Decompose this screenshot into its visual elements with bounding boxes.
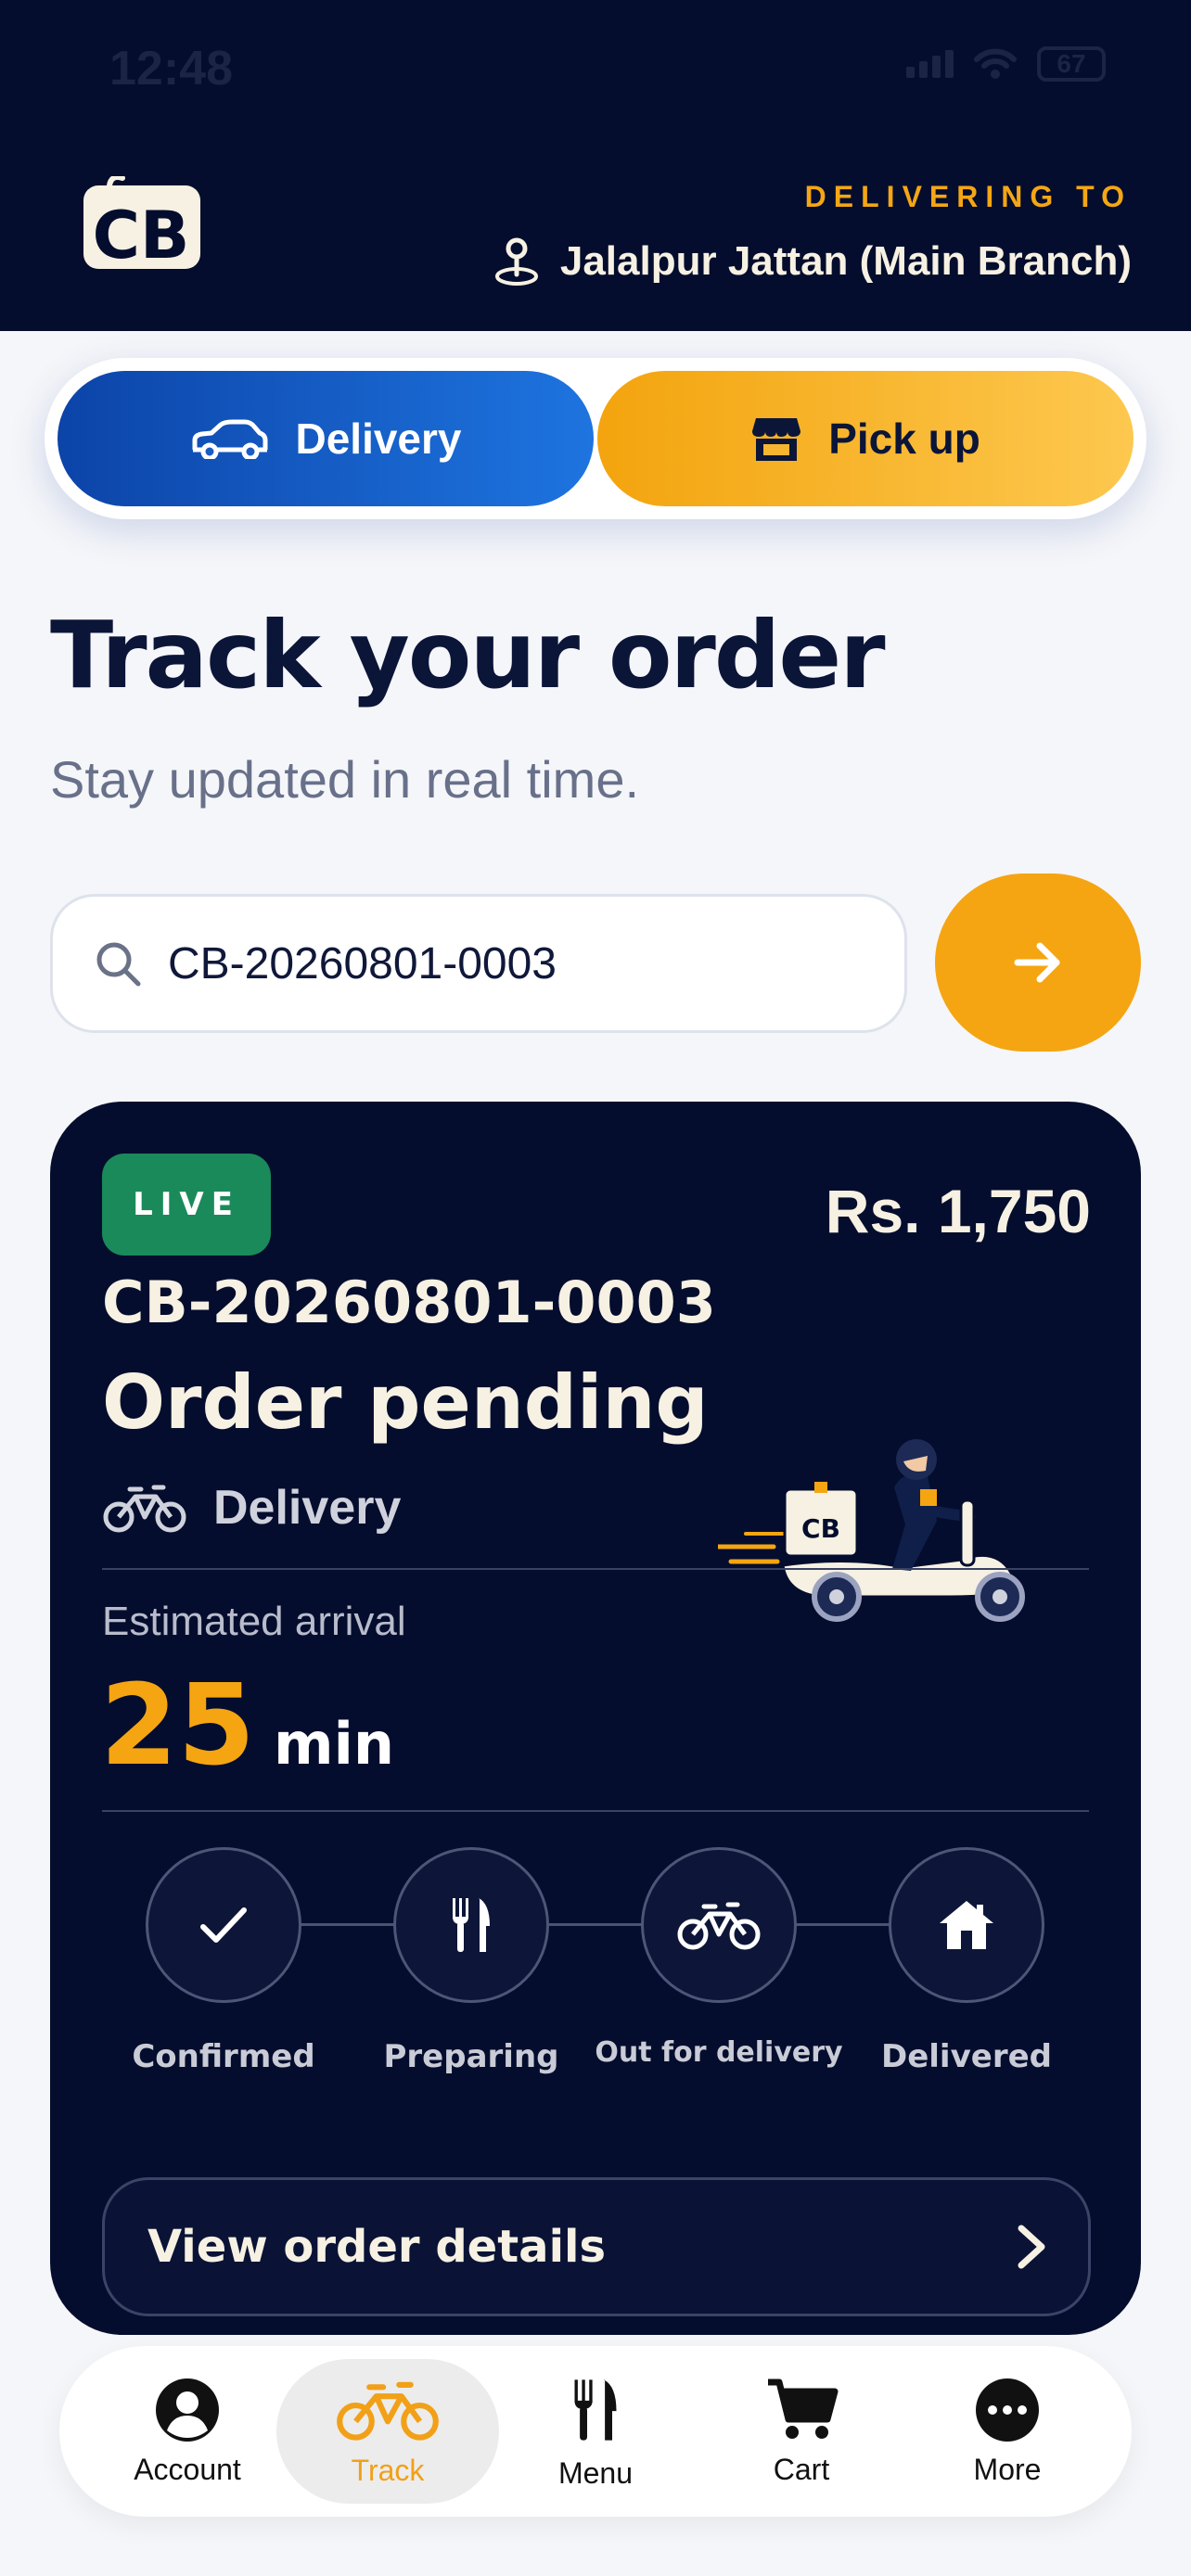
branch-name: Jalalpur Jattan (Main Branch) — [559, 238, 1132, 284]
step-preparing: Preparing — [360, 1847, 583, 2075]
check-icon — [200, 1907, 247, 1943]
nav-more-label: More — [973, 2452, 1042, 2486]
card-divider-middle — [102, 1810, 1089, 1812]
house-icon — [940, 1901, 993, 1949]
order-search-input[interactable] — [168, 937, 873, 989]
order-mode-label: Delivery — [213, 1481, 402, 1535]
fork-knife-icon — [574, 2378, 617, 2441]
view-order-details-button[interactable]: View order details — [102, 2177, 1091, 2316]
page-subtitle: Stay updated in real time. — [50, 750, 640, 809]
branch-selector[interactable]: Jalalpur Jattan (Main Branch) — [493, 236, 1132, 287]
step-circle — [641, 1847, 797, 2003]
search-icon — [96, 942, 141, 987]
battery-icon: 67 — [1037, 46, 1106, 82]
view-order-details-label: View order details — [147, 2221, 607, 2273]
bicycle-icon — [103, 1485, 186, 1533]
wifi-icon — [974, 48, 1017, 79]
eta-label: Estimated arrival — [102, 1599, 406, 1644]
nav-cart[interactable]: Cart — [690, 2359, 913, 2504]
eta-display: 25 min — [100, 1665, 394, 1788]
chevron-right-icon — [1018, 2225, 1045, 2269]
account-icon — [156, 2378, 219, 2442]
nav-cart-label: Cart — [773, 2452, 830, 2486]
page-title: Track your order — [50, 601, 886, 709]
fork-knife-icon — [453, 1898, 490, 1952]
bicycle-icon — [677, 1902, 761, 1950]
nav-menu[interactable]: Menu — [484, 2359, 707, 2504]
signal-icon — [906, 50, 954, 78]
cart-icon — [768, 2378, 839, 2439]
eta-value: 25 — [100, 1662, 255, 1791]
nav-track-label: Track — [351, 2453, 425, 2487]
live-badge: LIVE — [102, 1154, 271, 1256]
delivery-rider-illustration: CB — [715, 1408, 1070, 1634]
pickup-tab[interactable]: Pick up — [597, 371, 1133, 506]
brand-logo[interactable]: CB — [82, 174, 206, 276]
order-id: CB-20260801-0003 — [102, 1269, 716, 1336]
step-label: Preparing — [383, 2038, 559, 2075]
order-price: Rs. 1,750 — [825, 1177, 1091, 1245]
order-mode: Delivery — [102, 1480, 401, 1536]
arrow-right-icon — [1014, 942, 1060, 983]
step-label: Delivered — [881, 2038, 1052, 2075]
bicycle-icon — [337, 2381, 439, 2441]
svg-text:CB: CB — [801, 1513, 840, 1544]
eta-unit: min — [274, 1710, 394, 1778]
step-circle — [393, 1847, 549, 2003]
step-circle — [889, 1847, 1044, 2003]
nav-more[interactable]: More — [896, 2359, 1119, 2504]
nav-track[interactable]: Track — [276, 2359, 499, 2504]
search-submit-button[interactable] — [935, 874, 1141, 1052]
delivery-tab[interactable]: Delivery — [58, 371, 594, 506]
store-icon — [752, 418, 801, 461]
order-status: Order pending — [102, 1359, 709, 1446]
step-label: Out for delivery — [595, 2036, 843, 2069]
bottom-nav: Account Track Menu Cart More — [59, 2346, 1132, 2517]
step-circle — [146, 1847, 301, 2003]
step-delivered: Delivered — [855, 1847, 1078, 2075]
step-label: Confirmed — [132, 2038, 315, 2075]
nav-menu-label: Menu — [557, 2455, 634, 2490]
pickup-tab-label: Pick up — [828, 414, 980, 463]
order-tracking-card: LIVE Rs. 1,750 CB-20260801-0003 Order pe… — [50, 1102, 1141, 2335]
step-confirmed: Confirmed — [112, 1847, 335, 2075]
step-out-for-delivery: Out for delivery — [595, 1847, 843, 2069]
delivery-tab-label: Delivery — [295, 414, 462, 463]
car-icon — [192, 419, 268, 459]
nav-account[interactable]: Account — [76, 2359, 299, 2504]
status-time: 12:48 — [109, 42, 233, 96]
svg-text:CB: CB — [93, 198, 190, 273]
location-pin-icon — [494, 237, 538, 286]
order-search-box — [50, 894, 907, 1033]
app-header: 12:48 67 CB DELIVERING TO Jalalpur Jatta… — [0, 0, 1191, 331]
status-icons: 67 — [906, 46, 1106, 82]
nav-account-label: Account — [134, 2452, 241, 2486]
order-mode-toggle: Delivery Pick up — [45, 358, 1146, 519]
delivering-to-label: DELIVERING TO — [804, 180, 1132, 213]
card-divider-top — [102, 1568, 1089, 1570]
more-icon — [976, 2378, 1039, 2442]
